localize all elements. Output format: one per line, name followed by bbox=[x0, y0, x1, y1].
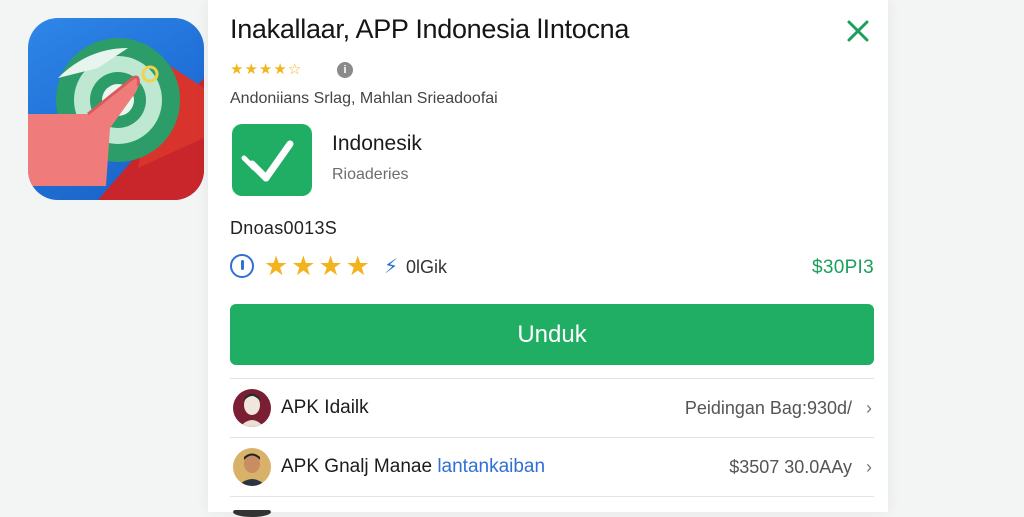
rating-count: 0lGik bbox=[406, 257, 448, 277]
star-icon: ★ bbox=[244, 61, 258, 78]
list-item-detail: Peidingan Bag:930d/ bbox=[684, 398, 852, 418]
chevron-right-icon: › bbox=[866, 457, 872, 477]
chevron-right-icon: › bbox=[866, 398, 872, 418]
list-item-label: APK Gnalj Manae lantankaiban bbox=[281, 456, 546, 477]
app-icon bbox=[232, 124, 312, 196]
star-rating: ★ ★ ★ ★ bbox=[264, 251, 370, 281]
star-icon: ★ bbox=[258, 61, 273, 78]
close-icon[interactable] bbox=[844, 17, 872, 45]
star-icon: ★ bbox=[318, 251, 343, 281]
list-item-link[interactable]: lantankaiban bbox=[437, 456, 545, 477]
rating-info-icon bbox=[230, 254, 254, 278]
list-item-label: APK Idailk bbox=[281, 397, 369, 418]
avatar bbox=[233, 389, 271, 427]
rating-row: ★ ★ ★ ★ ⚡ 0lGik $30PI3 bbox=[230, 251, 874, 282]
star-icon: ★ bbox=[345, 251, 370, 281]
app-category: Rioaderies bbox=[332, 166, 409, 183]
list-item[interactable]: APK Gnalj Manae lantankaiban $3507 30.0A… bbox=[230, 437, 874, 496]
list-item[interactable] bbox=[230, 496, 874, 517]
dialog-title: Inakallaar, APP Indonesia lIntocna bbox=[230, 14, 630, 44]
hero-app-icon bbox=[28, 18, 204, 200]
apk-list: APK Idailk Peidingan Bag:930d/ › APK Gna… bbox=[230, 378, 874, 517]
star-icon: ★ bbox=[291, 251, 316, 281]
star-icon: ★ bbox=[230, 61, 244, 78]
star-icon: ★ bbox=[273, 61, 287, 78]
avatar bbox=[233, 507, 271, 517]
section-title: Dnoas0013S bbox=[230, 218, 338, 238]
star-icon: ★ bbox=[264, 251, 289, 281]
download-button[interactable]: Unduk bbox=[230, 304, 874, 365]
flash-icon: ⚡ bbox=[384, 256, 399, 278]
info-icon[interactable]: i bbox=[337, 62, 353, 78]
app-name: Indonesik bbox=[332, 132, 422, 155]
header-star-rating: ★ ★ ★ ★ ☆ bbox=[230, 62, 301, 78]
list-item[interactable]: APK Idailk Peidingan Bag:930d/ › bbox=[230, 378, 874, 437]
avatar bbox=[233, 448, 271, 486]
app-dialog: Inakallaar, APP Indonesia lIntocna ★ ★ ★… bbox=[208, 0, 888, 517]
dialog-subtitle: Andoniians Srlag, Mahlan Srieadoofai bbox=[230, 90, 498, 107]
star-half-icon: ☆ bbox=[287, 61, 302, 78]
list-item-detail: $3507 30.0AAy bbox=[729, 457, 852, 477]
price-label: $30PI3 bbox=[811, 257, 874, 278]
